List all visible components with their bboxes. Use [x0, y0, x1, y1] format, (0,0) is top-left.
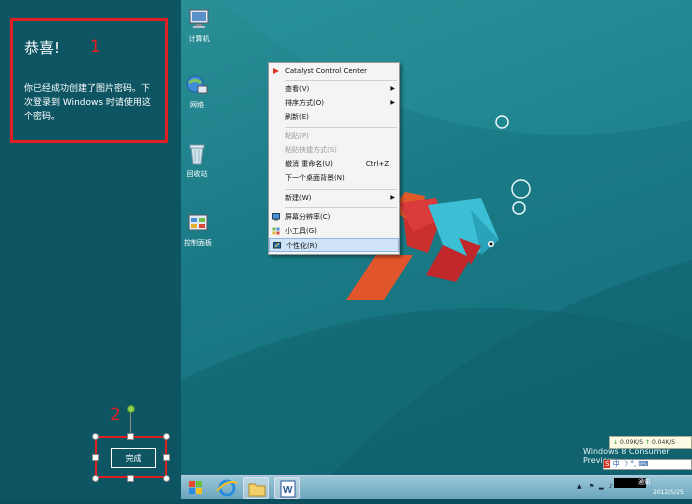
- resize-handle-bottom-right[interactable]: [163, 475, 170, 482]
- svg-text:W: W: [283, 485, 293, 496]
- explorer-button[interactable]: [243, 477, 269, 499]
- desktop-context-menu: Catalyst Control Center 查看(V) ▶ 排序方式(O) …: [268, 62, 400, 255]
- resize-handle-bottom-left[interactable]: [92, 475, 99, 482]
- folder-icon: [248, 483, 266, 497]
- desktop-icon-control-panel[interactable]: 控制面板: [181, 212, 216, 248]
- desktop-icon-network[interactable]: 网络: [181, 74, 215, 110]
- taskbar: W ▲ ⚑ ▂ ♪ 通知 2012/5/25: [181, 475, 692, 499]
- menu-separator: [285, 189, 397, 190]
- menu-item-sort[interactable]: 排序方式(O) ▶: [269, 96, 399, 110]
- network-tray-icon[interactable]: ▂: [599, 483, 604, 490]
- menu-item-catalyst[interactable]: Catalyst Control Center: [269, 64, 399, 78]
- ime-mode-icon[interactable]: ☽: [622, 460, 628, 468]
- gadgets-icon: [272, 227, 280, 235]
- menu-item-new[interactable]: 新建(W) ▶: [269, 191, 399, 205]
- desktop-wallpaper: [181, 0, 692, 475]
- menu-item-screen-resolution[interactable]: 屏幕分辨率(C): [269, 210, 399, 224]
- menu-item-view[interactable]: 查看(V) ▶: [269, 82, 399, 96]
- resize-handle-top[interactable]: [127, 433, 134, 440]
- control-panel-icon: [188, 214, 208, 231]
- menu-item-next-background[interactable]: 下一个桌面背景(N): [269, 171, 399, 185]
- start-button[interactable]: [183, 477, 209, 499]
- ime-punct-icon[interactable]: °,: [630, 460, 636, 468]
- word-icon: W: [280, 480, 296, 498]
- network-speed-widget[interactable]: ↓ 0.09K/S ↑ 0.04K/S: [609, 436, 692, 449]
- personalize-icon: [273, 242, 281, 249]
- congrats-title: 恭喜!: [24, 39, 61, 57]
- tray-expand-icon[interactable]: ▲: [577, 483, 582, 490]
- finish-button[interactable]: 完成: [111, 448, 156, 468]
- tray-time-label[interactable]: 通知: [638, 477, 650, 486]
- flag-icon[interactable]: ⚑: [589, 483, 594, 490]
- word-button[interactable]: W: [274, 477, 300, 499]
- desktop-icon-recycle-bin[interactable]: 回收站: [181, 143, 215, 179]
- menu-separator: [285, 127, 397, 128]
- menu-separator: [285, 80, 397, 81]
- ime-language[interactable]: 中: [613, 460, 620, 468]
- desktop[interactable]: 计算机 网络 回收站 控制面板: [181, 0, 692, 475]
- upload-arrow-icon: ↑: [645, 439, 651, 446]
- windows-logo-icon: [189, 481, 202, 494]
- marker-number-2: 2: [110, 405, 121, 425]
- volume-icon[interactable]: ♪: [609, 483, 613, 490]
- resize-handle-bottom[interactable]: [127, 475, 134, 482]
- menu-item-paste-shortcut: 粘贴快捷方式(S): [285, 146, 337, 154]
- ime-logo-icon: S: [604, 460, 611, 468]
- submenu-arrow-icon: ▶: [390, 194, 395, 201]
- submenu-arrow-icon: ▶: [390, 99, 395, 106]
- resize-handle-right[interactable]: [163, 454, 170, 461]
- network-icon: [186, 75, 208, 94]
- menu-item-paste: 粘贴(P): [285, 132, 309, 140]
- resize-handle-top-left[interactable]: [92, 433, 99, 440]
- menu-item-undo-rename[interactable]: 撤消 重命名(U) Ctrl+Z: [269, 157, 399, 171]
- rotate-handle[interactable]: [127, 405, 135, 413]
- ie-button[interactable]: [214, 477, 240, 499]
- desktop-icon-label: 网络: [190, 101, 204, 109]
- congrats-message: 你已经成功创建了图片密码。下次登录到 Windows 时请使用这个密码。: [24, 84, 151, 122]
- catalyst-icon: [273, 68, 279, 74]
- ime-keyboard-icon[interactable]: ⌨: [638, 460, 648, 468]
- desktop-icon-label: 控制面板: [184, 239, 212, 247]
- desktop-icon-label: 回收站: [186, 170, 208, 178]
- menu-separator: [285, 207, 397, 208]
- tray-date[interactable]: 2012/5/25: [653, 489, 684, 496]
- desktop-icon-computer[interactable]: 计算机: [181, 8, 217, 44]
- resize-handle-left[interactable]: [92, 454, 99, 461]
- bubble-3: [512, 201, 526, 215]
- recycle-bin-icon: [189, 144, 205, 165]
- resize-handle-top-right[interactable]: [163, 433, 170, 440]
- upload-speed: 0.04K/S: [651, 439, 676, 446]
- submenu-arrow-icon: ▶: [390, 85, 395, 92]
- desktop-icon-label: 计算机: [188, 35, 210, 43]
- menu-item-personalize[interactable]: 个性化(R): [269, 238, 399, 252]
- menu-shortcut: Ctrl+Z: [365, 160, 389, 168]
- marker-number-1: 1: [90, 37, 101, 57]
- menu-item-gadgets[interactable]: 小工具(G): [269, 224, 399, 238]
- ime-toolbar[interactable]: S 中 ☽ °, ⌨: [603, 459, 692, 470]
- download-arrow-icon: ↓: [613, 439, 619, 446]
- download-speed: 0.09K/S: [619, 439, 644, 446]
- bubble-2: [511, 179, 531, 199]
- internet-explorer-icon: [216, 479, 238, 497]
- screen-resolution-icon: [272, 213, 280, 221]
- computer-icon: [189, 9, 209, 28]
- menu-item-refresh[interactable]: 刷新(E): [269, 110, 399, 124]
